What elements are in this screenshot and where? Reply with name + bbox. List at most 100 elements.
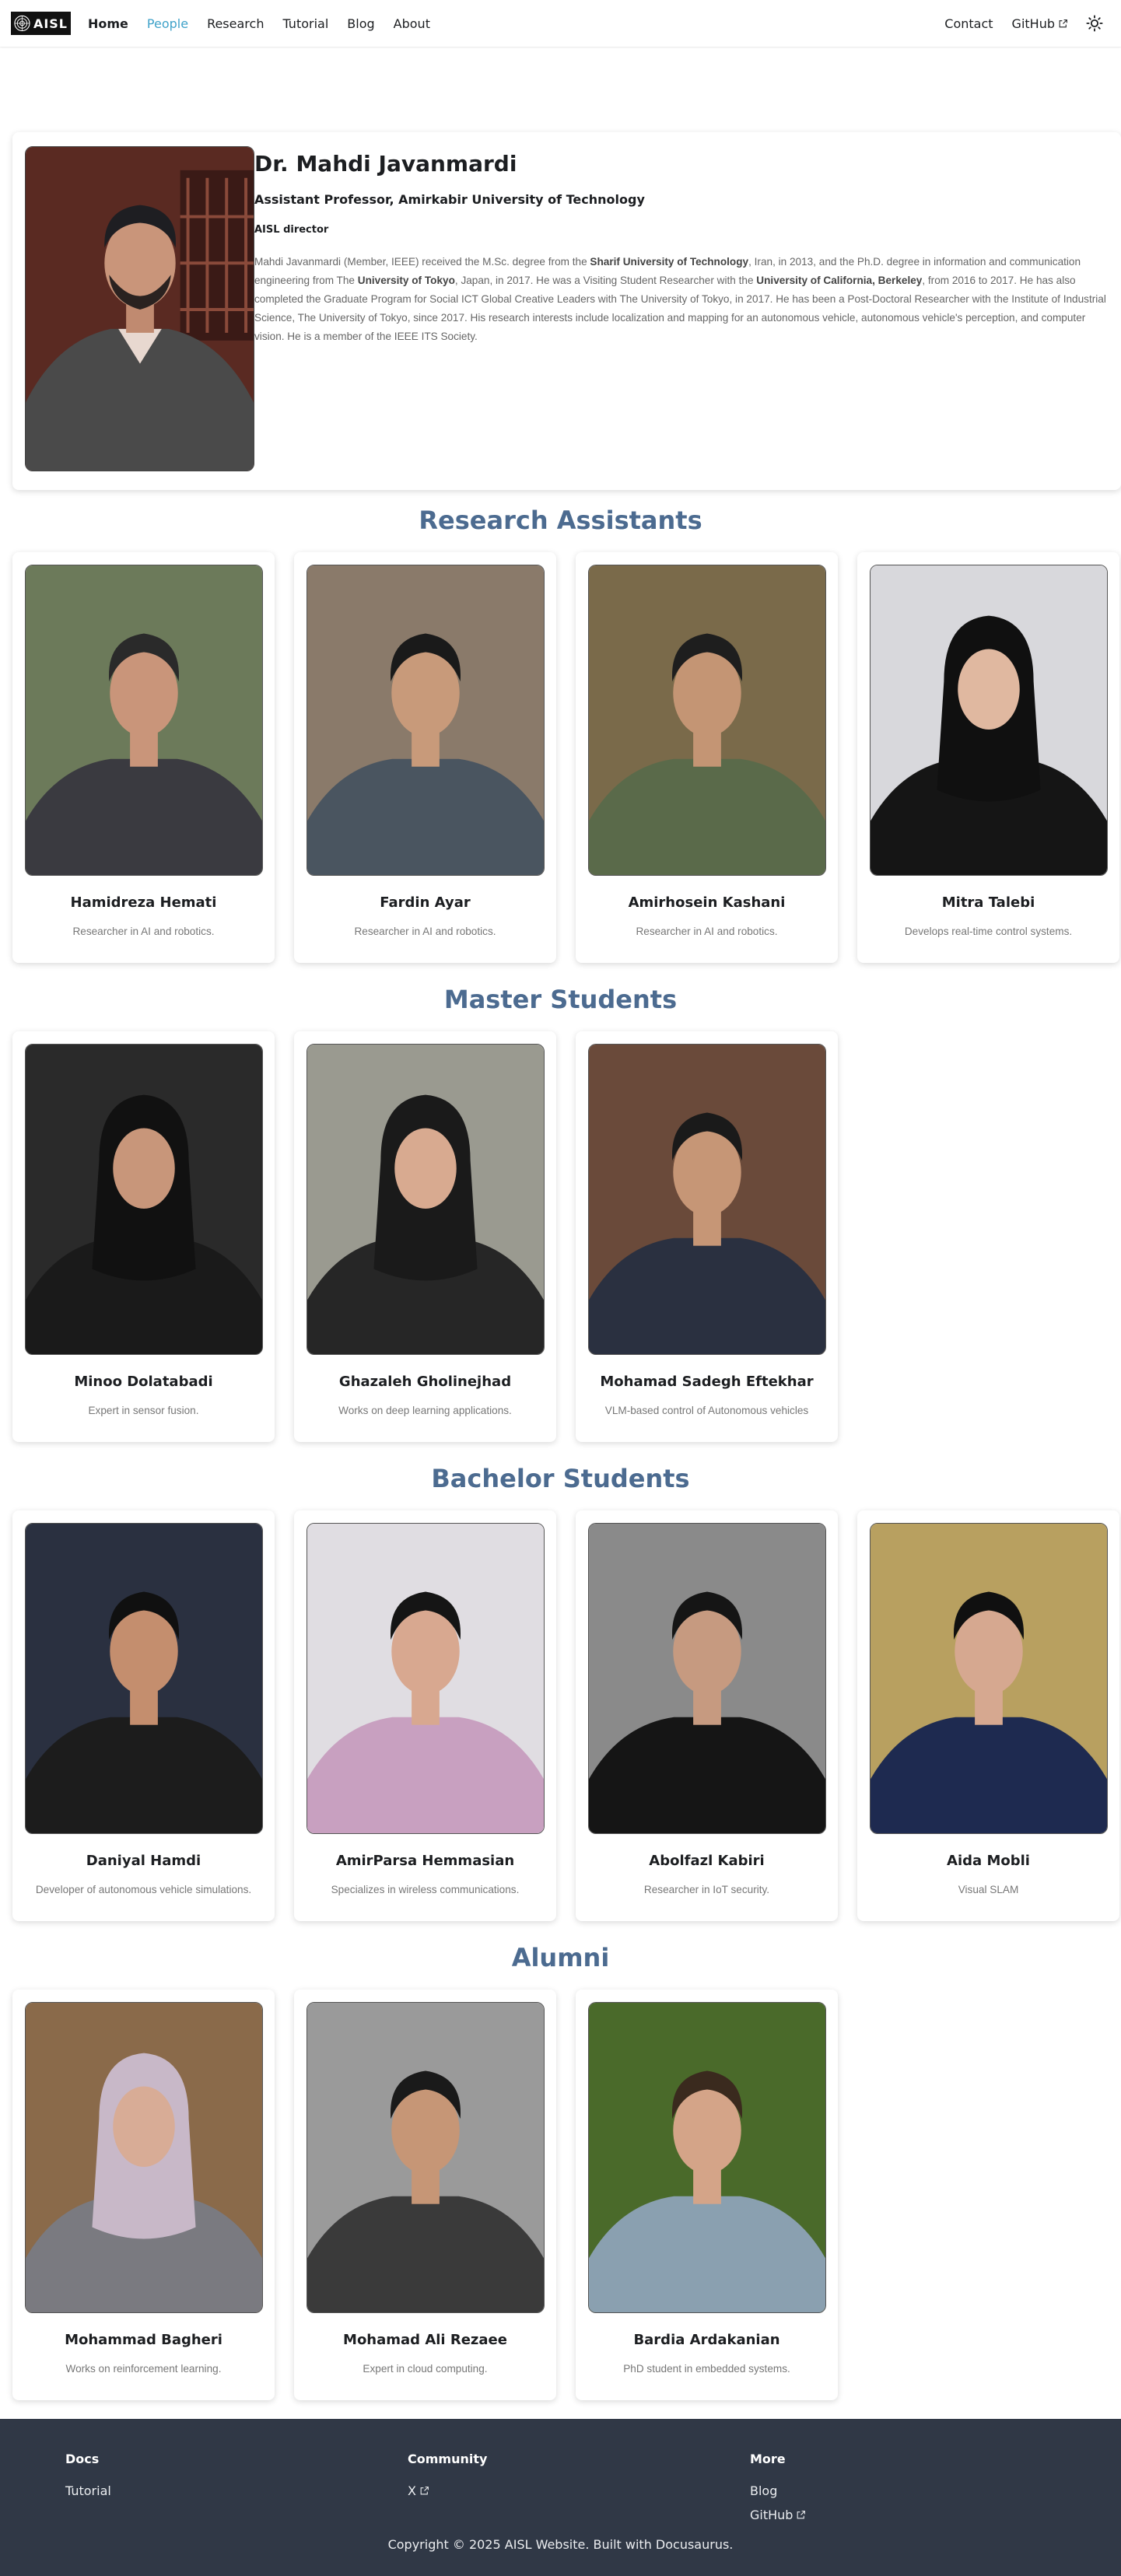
director-name: Dr. Mahdi Javanmardi <box>254 151 517 177</box>
director-role: AISL director <box>254 224 329 236</box>
footer-head-community: Community <box>408 2452 488 2466</box>
person-photo <box>25 565 263 876</box>
navbar-right: Contact GitHub <box>935 8 1110 39</box>
person-card: Daniyal Hamdi Developer of autonomous veh… <box>12 1510 275 1921</box>
logo-mark-icon <box>14 15 30 32</box>
bio-bold: University of Tokyo <box>357 275 455 286</box>
footer-link-blog[interactable]: Blog <box>750 2483 806 2498</box>
person-photo <box>25 1044 263 1355</box>
person-photo <box>588 1044 826 1355</box>
person-photo <box>870 565 1108 876</box>
bio-part: Mahdi Javanmardi (Member, IEEE) received… <box>254 256 590 268</box>
nav-github[interactable]: GitHub <box>1003 16 1077 31</box>
director-card: Dr. Mahdi Javanmardi Assistant Professor… <box>12 132 1121 490</box>
person-card: Mitra Talebi Develops real-time control s… <box>857 552 1119 963</box>
nav-tutorial[interactable]: Tutorial <box>273 16 338 31</box>
person-description: PhD student in embedded systems. <box>623 2363 790 2375</box>
footer-link-tutorial[interactable]: Tutorial <box>65 2483 111 2498</box>
person-card: Abolfazl Kabiri Researcher in IoT securit… <box>576 1510 838 1921</box>
director-photo <box>25 146 254 471</box>
section-title-research-assistants: Research Assistants <box>419 506 702 535</box>
bio-bold: Sharif University of Technology <box>590 256 749 268</box>
footer-link-github-label: GitHub <box>750 2508 793 2522</box>
footer-head-more: More <box>750 2452 786 2466</box>
footer-link-x-label: X <box>408 2483 416 2498</box>
person-portrait-image <box>26 2003 262 2312</box>
person-photo <box>25 1523 263 1834</box>
nav-about[interactable]: About <box>384 16 440 31</box>
person-portrait-image <box>871 565 1107 875</box>
person-portrait-image <box>307 2003 544 2312</box>
person-portrait-image <box>871 1524 1107 1833</box>
person-portrait-image <box>307 565 544 875</box>
person-name: Aida Mobli <box>947 1853 1030 1869</box>
person-description: Researcher in AI and robotics. <box>354 926 496 937</box>
section-title-alumni: Alumni <box>511 1943 610 1972</box>
person-card: Bardia Ardakanian PhD student in embedded… <box>576 1990 838 2400</box>
nav-contact[interactable]: Contact <box>935 16 1002 31</box>
person-description: Works on deep learning applications. <box>338 1405 512 1416</box>
person-name: Mitra Talebi <box>941 894 1035 911</box>
person-card: Ghazaleh Gholinejhad Works on deep learni… <box>294 1031 556 1442</box>
person-portrait-image <box>26 1524 262 1833</box>
logo: AISL <box>11 12 71 35</box>
nav-people[interactable]: People <box>138 16 198 31</box>
person-portrait-image <box>589 1524 825 1833</box>
footer-link-github[interactable]: GitHub <box>750 2508 806 2522</box>
person-photo <box>25 2002 263 2313</box>
person-description: Developer of autonomous vehicle simulati… <box>35 1884 252 1895</box>
person-photo <box>588 565 826 876</box>
person-photo <box>588 2002 826 2313</box>
nav-github-label: GitHub <box>1011 16 1055 31</box>
person-card: Minoo Dolatabadi Expert in sensor fusion. <box>12 1031 275 1442</box>
person-photo <box>307 1523 545 1834</box>
person-description: Specializes in wireless communications. <box>331 1884 520 1895</box>
person-photo <box>870 1523 1108 1834</box>
person-name: Bardia Ardakanian <box>633 2332 780 2348</box>
person-description: VLM-based control of Autonomous vehicles <box>604 1405 809 1416</box>
footer-copyright: Copyright © 2025 AISL Website. Built wit… <box>387 2537 734 2552</box>
logo-text: AISL <box>33 16 68 31</box>
person-name: Abolfazl Kabiri <box>649 1853 765 1869</box>
person-card: Mohammad Bagheri Works on reinforcement l… <box>12 1990 275 2400</box>
person-portrait-image <box>26 1045 262 1354</box>
theme-toggle-sun-icon <box>1086 15 1103 32</box>
section-title-master-students: Master Students <box>443 985 678 1014</box>
person-card: Mohamad Ali Rezaee Expert in cloud comput… <box>294 1990 556 2400</box>
person-description: Expert in sensor fusion. <box>88 1405 199 1416</box>
person-description: Researcher in IoT security. <box>643 1884 770 1895</box>
person-photo <box>307 565 545 876</box>
person-card: Aida Mobli Visual SLAM <box>857 1510 1119 1921</box>
nav-home[interactable]: Home <box>79 16 138 31</box>
person-portrait-image <box>26 565 262 875</box>
person-description: Researcher in AI and robotics. <box>636 926 778 937</box>
person-description: Expert in cloud computing. <box>363 2363 488 2375</box>
nav-blog[interactable]: Blog <box>338 16 384 31</box>
person-card: Mohamad Sadegh Eftekhar VLM-based control… <box>576 1031 838 1442</box>
footer: Docs Tutorial Community X More Blog GitH… <box>0 2419 1121 2576</box>
person-portrait-image <box>307 1524 544 1833</box>
person-name: Ghazaleh Gholinejhad <box>338 1374 512 1390</box>
director-title: Assistant Professor, Amirkabir Universit… <box>254 192 645 207</box>
footer-link-x[interactable]: X <box>408 2483 487 2498</box>
nav-research[interactable]: Research <box>198 16 273 31</box>
footer-col-docs: Docs Tutorial <box>65 2452 111 2508</box>
person-portrait-image <box>589 565 825 875</box>
person-portrait-image <box>589 1045 825 1354</box>
person-description: Works on reinforcement learning. <box>65 2363 222 2375</box>
person-name: Minoo Dolatabadi <box>74 1374 213 1390</box>
theme-toggle-button[interactable] <box>1079 8 1110 39</box>
person-portrait-image <box>307 1045 544 1354</box>
navbar: AISL Home People Research Tutorial Blog … <box>0 0 1121 47</box>
person-portrait-image <box>589 2003 825 2312</box>
person-description: Visual SLAM <box>958 1884 1019 1895</box>
person-card: AmirParsa Hemmasian Specializes in wirele… <box>294 1510 556 1921</box>
person-name: Mohamad Ali Rezaee <box>343 2332 507 2348</box>
director-portrait-image <box>26 147 254 471</box>
person-card: Hamidreza Hemati Researcher in AI and rob… <box>12 552 275 963</box>
person-card: Fardin Ayar Researcher in AI and robotics… <box>294 552 556 963</box>
footer-head-docs: Docs <box>65 2452 100 2466</box>
site-logo-link[interactable]: AISL <box>11 12 71 35</box>
person-photo <box>307 2002 545 2313</box>
person-name: Daniyal Hamdi <box>86 1853 201 1869</box>
